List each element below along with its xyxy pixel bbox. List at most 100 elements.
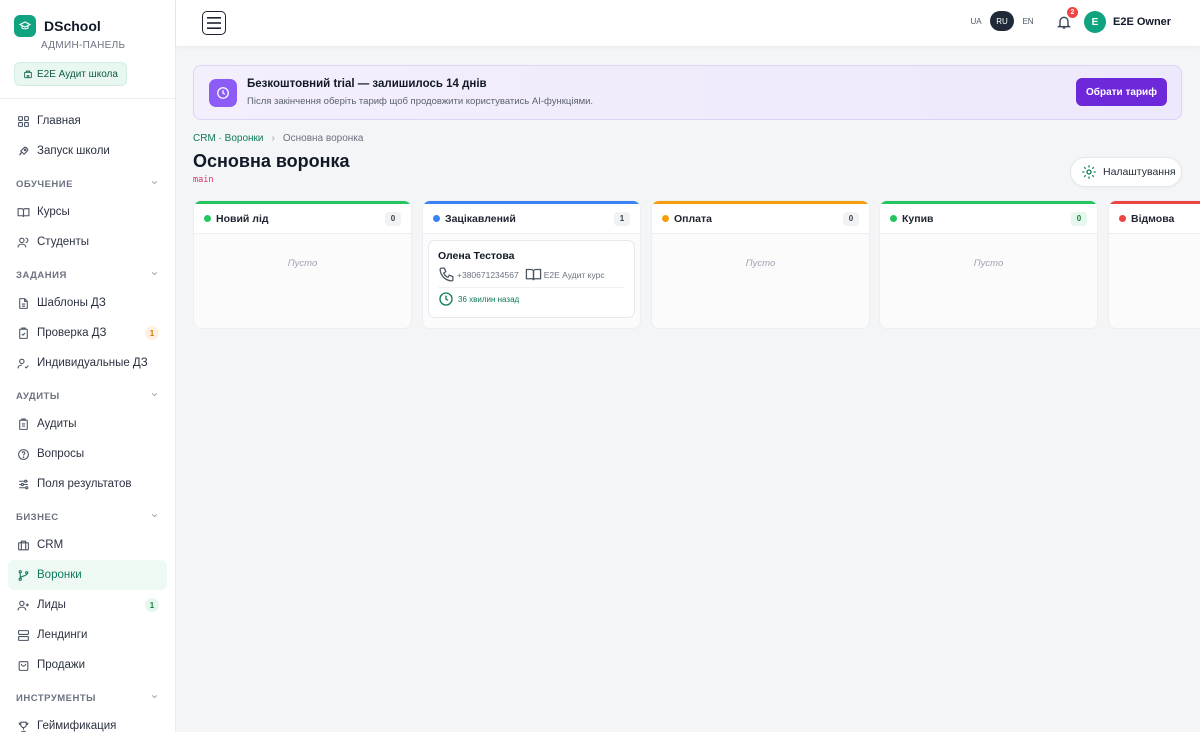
column-header: Оплата 0 bbox=[652, 204, 869, 234]
school-name: E2E Аудит школа bbox=[37, 68, 118, 80]
column-title: Оплата bbox=[674, 212, 713, 225]
section-audits[interactable]: АУДИТЫ bbox=[0, 383, 175, 409]
settings-button[interactable]: Налаштування bbox=[1070, 157, 1182, 187]
sidebar-nav: Главная Запуск школи ОБУЧЕНИЕ Курсы Студ… bbox=[0, 99, 175, 732]
sidebar-item-audits[interactable]: Аудиты bbox=[8, 409, 167, 439]
file-icon bbox=[16, 296, 30, 310]
sidebar-item-crm[interactable]: CRM bbox=[8, 530, 167, 560]
sidebar-item-sales[interactable]: Продажи bbox=[8, 650, 167, 680]
user-name: E2E Owner bbox=[1113, 16, 1172, 28]
column-header: Купив 0 bbox=[880, 204, 1097, 234]
column-count: 1 bbox=[614, 211, 630, 226]
git-branch-icon bbox=[16, 568, 30, 582]
status-dot bbox=[662, 215, 669, 222]
chevron-down-icon bbox=[150, 178, 159, 190]
book-open-icon bbox=[16, 205, 30, 219]
section-tasks[interactable]: ЗАДАНИЯ bbox=[0, 262, 175, 288]
kanban-column-new-lead: Новий лід 0 Пусто bbox=[193, 200, 412, 329]
rocket-icon bbox=[16, 144, 30, 158]
lead-card[interactable]: Олена Тестова +380671234567 E2E Аудит ку… bbox=[428, 240, 635, 318]
user-menu[interactable]: E E2E Owner bbox=[1084, 11, 1171, 33]
column-count: 0 bbox=[843, 211, 859, 226]
school-selector[interactable]: E2E Аудит школа bbox=[14, 62, 127, 86]
sidebar-item-individual-hw[interactable]: Индивидуальные ДЗ bbox=[8, 348, 167, 378]
status-dot bbox=[1119, 215, 1126, 222]
book-open-icon bbox=[525, 268, 541, 281]
sidebar-item-label: Студенты bbox=[37, 236, 90, 248]
language-option-ru[interactable]: RU bbox=[990, 11, 1014, 31]
sidebar-item-courses[interactable]: Курсы bbox=[8, 197, 167, 227]
menu-toggle-button[interactable] bbox=[202, 11, 226, 35]
column-title: Новий лід bbox=[216, 212, 269, 225]
user-plus-icon bbox=[16, 598, 30, 612]
user-check-icon bbox=[16, 356, 30, 370]
column-header: Відмова bbox=[1109, 204, 1200, 234]
layout-icon bbox=[16, 628, 30, 642]
breadcrumb-current: Основна воронка bbox=[282, 133, 364, 144]
topbar: UA RU EN 2 E E2E Owner bbox=[176, 0, 1200, 47]
sidebar-item-launch[interactable]: Запуск школи bbox=[8, 136, 167, 166]
sidebar-item-label: Лиды bbox=[37, 599, 66, 611]
language-option-ua[interactable]: UA bbox=[964, 11, 988, 31]
divider bbox=[438, 287, 625, 288]
sidebar-item-result-fields[interactable]: Поля результатов bbox=[8, 469, 167, 499]
clipboard-icon bbox=[16, 417, 30, 431]
empty-state: Пусто bbox=[745, 258, 776, 269]
section-tools[interactable]: ИНСТРУМЕНТЫ bbox=[0, 685, 175, 711]
section-title: ЗАДАНИЯ bbox=[16, 269, 67, 281]
gear-icon bbox=[1082, 165, 1096, 179]
sidebar-item-label: Проверка ДЗ bbox=[37, 327, 107, 339]
count-badge: 1 bbox=[145, 598, 159, 612]
sidebar-item-label: Главная bbox=[37, 115, 81, 127]
language-option-en[interactable]: EN bbox=[1016, 11, 1040, 31]
column-title: Купив bbox=[902, 212, 934, 225]
lead-phone-text: +380671234567 bbox=[457, 269, 519, 280]
choose-plan-button[interactable]: Обрати тариф bbox=[1076, 78, 1167, 106]
section-education[interactable]: ОБУЧЕНИЕ bbox=[0, 171, 175, 197]
sliders-icon bbox=[16, 477, 30, 491]
sidebar-item-leads[interactable]: Лиды 1 bbox=[8, 590, 167, 620]
lead-time: 36 хвилин назад bbox=[438, 291, 625, 307]
kanban-board: Новий лід 0 Пусто Зацікавлений 1 Олена Т… bbox=[193, 200, 1200, 330]
status-dot bbox=[890, 215, 897, 222]
sidebar-item-hw-templates[interactable]: Шаблоны ДЗ bbox=[8, 288, 167, 318]
brand[interactable]: DSchool bbox=[0, 0, 175, 38]
brand-name: DSchool bbox=[44, 18, 101, 34]
chevron-down-icon bbox=[150, 511, 159, 523]
shopping-bag-icon bbox=[16, 658, 30, 672]
trial-banner: Безкоштовний trial — залишилось 14 днів … bbox=[193, 65, 1182, 120]
breadcrumb: CRM · Воронки › Основна воронка bbox=[193, 133, 363, 144]
sidebar-item-questions[interactable]: Вопросы bbox=[8, 439, 167, 469]
clipboard-check-icon bbox=[16, 326, 30, 340]
trial-title: Безкоштовний trial — залишилось 14 днів bbox=[247, 78, 487, 90]
column-title: Зацікавлений bbox=[445, 212, 516, 225]
sidebar-item-label: Поля результатов bbox=[37, 478, 132, 490]
trial-subtitle: Після закінчення оберіть тариф щоб продо… bbox=[247, 96, 594, 107]
help-circle-icon bbox=[16, 447, 30, 461]
notifications-button[interactable]: 2 bbox=[1052, 7, 1078, 34]
page-title: Основна воронка bbox=[193, 151, 350, 171]
sidebar-item-funnels[interactable]: Воронки bbox=[8, 560, 167, 590]
sidebar-item-label: Индивидуальные ДЗ bbox=[37, 357, 148, 369]
sidebar: DSchool АДМИН-ПАНЕЛЬ E2E Аудит школа Гла… bbox=[0, 0, 176, 732]
count-badge: 1 bbox=[145, 326, 159, 340]
section-title: ОБУЧЕНИЕ bbox=[16, 178, 73, 190]
sidebar-item-students[interactable]: Студенты bbox=[8, 227, 167, 257]
lead-phone: +380671234567 bbox=[438, 266, 519, 283]
briefcase-icon bbox=[16, 538, 30, 552]
empty-state: Пусто bbox=[973, 258, 1004, 269]
empty-state: Пусто bbox=[287, 258, 318, 269]
section-business[interactable]: БИЗНЕС bbox=[0, 504, 175, 530]
sidebar-item-hw-review[interactable]: Проверка ДЗ 1 bbox=[8, 318, 167, 348]
section-title: АУДИТЫ bbox=[16, 390, 60, 402]
column-count: 0 bbox=[385, 211, 401, 226]
breadcrumb-link[interactable]: CRM · Воронки bbox=[193, 133, 264, 144]
notification-count-badge: 2 bbox=[1067, 7, 1078, 18]
column-count: 0 bbox=[1071, 211, 1087, 226]
sidebar-item-home[interactable]: Главная bbox=[8, 106, 167, 136]
status-dot bbox=[204, 215, 211, 222]
sidebar-item-gamification[interactable]: Геймификация bbox=[8, 711, 167, 732]
sidebar-item-landings[interactable]: Лендинги bbox=[8, 620, 167, 650]
kanban-column-interested: Зацікавлений 1 Олена Тестова +3806712345… bbox=[422, 200, 641, 329]
brand-subtitle: АДМИН-ПАНЕЛЬ bbox=[41, 40, 126, 51]
